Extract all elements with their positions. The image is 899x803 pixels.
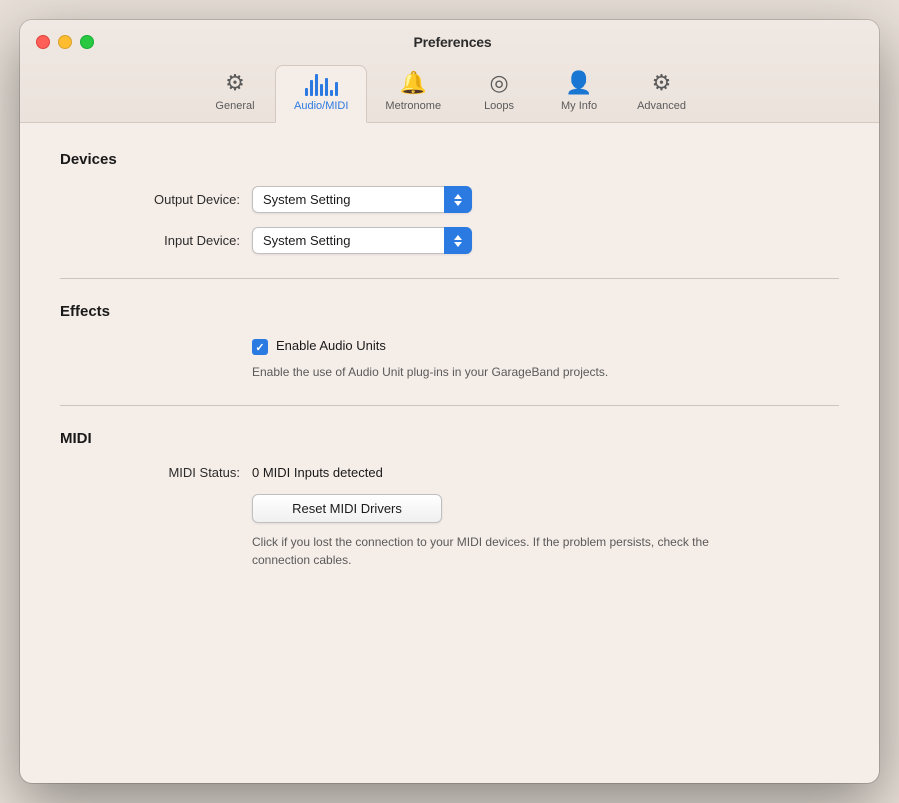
devices-section-title: Devices bbox=[60, 151, 839, 168]
tab-audio-midi[interactable]: Audio/MIDI bbox=[275, 65, 367, 123]
output-device-label: Output Device: bbox=[60, 192, 240, 207]
content-area: Devices Output Device: System Setting In… bbox=[20, 123, 879, 783]
preferences-window: Preferences ⚙ General Audio/MIDI bbox=[20, 20, 879, 783]
reset-midi-drivers-button[interactable]: Reset MIDI Drivers bbox=[252, 494, 442, 523]
titlebar: Preferences ⚙ General Audio/MIDI bbox=[20, 20, 879, 123]
midi-status-label: MIDI Status: bbox=[60, 465, 240, 480]
window-title: Preferences bbox=[94, 34, 811, 50]
maximize-button[interactable] bbox=[80, 35, 94, 49]
tab-loops[interactable]: ◎ Loops bbox=[459, 62, 539, 122]
effects-section-title: Effects bbox=[60, 303, 839, 320]
midi-section-title: MIDI bbox=[60, 430, 839, 447]
output-device-select[interactable]: System Setting bbox=[252, 186, 472, 213]
audio-bars-icon bbox=[305, 74, 338, 96]
output-device-row: Output Device: System Setting bbox=[60, 186, 839, 213]
midi-status-row: MIDI Status: 0 MIDI Inputs detected bbox=[60, 465, 839, 480]
person-icon: 👤 bbox=[565, 70, 592, 96]
gear-icon: ⚙ bbox=[225, 70, 245, 96]
minimize-button[interactable] bbox=[58, 35, 72, 49]
enable-audio-units-label: Enable Audio Units bbox=[276, 338, 386, 353]
tab-advanced[interactable]: ⚙ Advanced bbox=[619, 62, 704, 122]
loops-icon: ◎ bbox=[489, 70, 508, 96]
tab-loops-label: Loops bbox=[484, 100, 514, 112]
input-device-select[interactable]: System Setting bbox=[252, 227, 472, 254]
tab-metronome-label: Metronome bbox=[385, 100, 441, 112]
enable-audio-units-helper: Enable the use of Audio Unit plug-ins in… bbox=[252, 363, 732, 381]
tab-general[interactable]: ⚙ General bbox=[195, 62, 275, 122]
traffic-lights bbox=[36, 35, 94, 49]
tab-advanced-label: Advanced bbox=[637, 100, 686, 112]
tab-my-info-label: My Info bbox=[561, 100, 597, 112]
tab-general-label: General bbox=[215, 100, 254, 112]
divider-1 bbox=[60, 278, 839, 279]
input-device-row: Input Device: System Setting bbox=[60, 227, 839, 254]
tab-bar: ⚙ General Audio/MIDI 🔔 Metronome bbox=[195, 62, 704, 122]
checkmark-icon: ✓ bbox=[255, 341, 264, 354]
input-device-select-wrapper: System Setting bbox=[252, 227, 472, 254]
advanced-gear-icon: ⚙ bbox=[652, 70, 672, 96]
output-device-select-wrapper: System Setting bbox=[252, 186, 472, 213]
close-button[interactable] bbox=[36, 35, 50, 49]
tab-my-info[interactable]: 👤 My Info bbox=[539, 62, 619, 122]
input-device-label: Input Device: bbox=[60, 233, 240, 248]
divider-2 bbox=[60, 405, 839, 406]
tab-audio-midi-label: Audio/MIDI bbox=[294, 100, 348, 112]
tab-metronome[interactable]: 🔔 Metronome bbox=[367, 62, 459, 122]
reset-midi-helper: Click if you lost the connection to your… bbox=[252, 533, 732, 569]
enable-audio-units-checkbox[interactable]: ✓ bbox=[252, 339, 268, 355]
midi-status-value: 0 MIDI Inputs detected bbox=[252, 465, 383, 480]
enable-audio-units-row: ✓ Enable Audio Units bbox=[252, 338, 839, 355]
metronome-icon: 🔔 bbox=[400, 70, 427, 96]
